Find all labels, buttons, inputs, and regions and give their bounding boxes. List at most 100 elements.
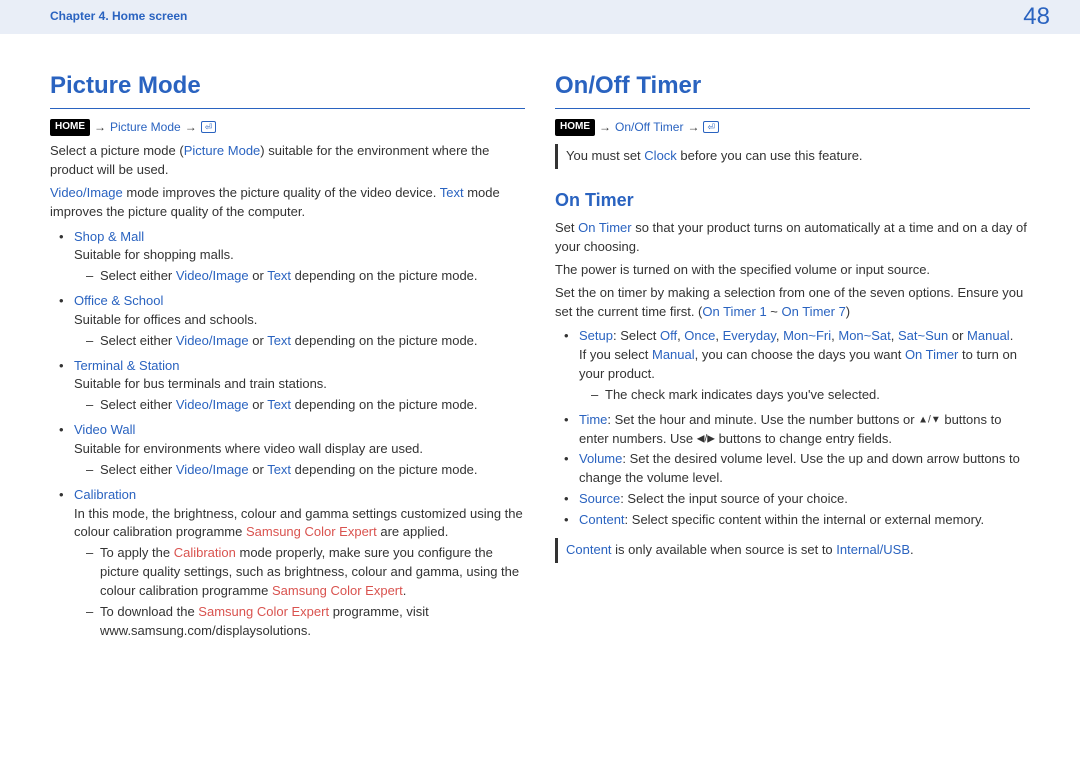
text: , <box>715 328 722 343</box>
opt-manual: Manual <box>967 328 1010 343</box>
on-timer-p3: Set the on timer by making a selection f… <box>555 284 1030 322</box>
text: depending on the picture mode. <box>291 333 477 348</box>
samsung-color-expert: Samsung Color Expert <box>272 583 403 598</box>
on-off-timer-nav: HOME → On/Off Timer → ⏎ <box>555 119 1030 136</box>
content-label: Content <box>579 512 625 527</box>
text: . <box>1010 328 1014 343</box>
volume-label: Volume <box>579 451 622 466</box>
on-timer-term: On Timer <box>578 220 631 235</box>
list-item: To download the Samsung Color Expert pro… <box>88 603 525 641</box>
text: Set <box>555 220 578 235</box>
time-label: Time <box>579 412 607 427</box>
video-image-term: Video/Image <box>176 268 249 283</box>
picture-mode-heading: Picture Mode <box>50 69 525 109</box>
list-item: Select either Video/Image or Text depend… <box>88 267 525 286</box>
list-item: The check mark indicates days you've sel… <box>593 386 1030 405</box>
on-timer-p2: The power is turned on with the specifie… <box>555 261 1030 280</box>
on-timer-list: Setup: Select Off, Once, Everyday, Mon~F… <box>555 327 1030 529</box>
calibration-term: Calibration <box>174 545 236 560</box>
opt-satsun: Sat~Sun <box>898 328 948 343</box>
home-button-icon: HOME <box>555 119 595 136</box>
text: ) <box>846 304 850 319</box>
text: . <box>910 542 914 557</box>
list-item: Content: Select specific content within … <box>569 511 1030 530</box>
arrow-icon: → <box>687 119 699 136</box>
text: , <box>776 328 783 343</box>
video-image-term: Video/Image <box>176 462 249 477</box>
text: : Select <box>613 328 660 343</box>
page: Chapter 4. Home screen 48 Picture Mode H… <box>0 0 1080 763</box>
text: Select either <box>100 268 176 283</box>
note-clock: You must set Clock before you can use th… <box>555 144 1030 169</box>
text-term: Text <box>267 268 291 283</box>
enter-icon: ⏎ <box>201 121 217 133</box>
header-bar: Chapter 4. Home screen 48 <box>0 0 1080 34</box>
sub-list: Select either Video/Image or Text depend… <box>74 461 525 480</box>
opt-monsat: Mon~Sat <box>838 328 890 343</box>
list-item: Calibration In this mode, the brightness… <box>64 486 525 641</box>
text: To apply the <box>100 545 174 560</box>
text: or <box>249 333 268 348</box>
opt-off: Off <box>660 328 677 343</box>
text: is only available when source is set to <box>612 542 837 557</box>
list-item: Office & School Suitable for offices and… <box>64 292 525 351</box>
video-image-term: Video/Image <box>176 333 249 348</box>
arrow-icon: → <box>599 119 611 136</box>
text: before you can use this feature. <box>677 148 863 163</box>
text: Select either <box>100 397 176 412</box>
text: , you can choose the days you want <box>695 347 905 362</box>
sub-list: Select either Video/Image or Text depend… <box>74 396 525 415</box>
text: depending on the picture mode. <box>291 397 477 412</box>
list-item: Time: Set the hour and minute. Use the n… <box>569 411 1030 449</box>
calibration-title: Calibration <box>74 487 136 502</box>
picture-mode-intro: Select a picture mode (Picture Mode) sui… <box>50 142 525 180</box>
list-item: Setup: Select Off, Once, Everyday, Mon~F… <box>569 327 1030 404</box>
on-timer-heading: On Timer <box>555 187 1030 213</box>
text-term: Text <box>267 397 291 412</box>
home-button-icon: HOME <box>50 119 90 136</box>
terminal-station-title: Terminal & Station <box>74 358 180 373</box>
text: : Set the hour and minute. Use the numbe… <box>607 412 918 427</box>
nav-picture-mode: Picture Mode <box>110 119 181 136</box>
text: or <box>249 268 268 283</box>
list-item: Select either Video/Image or Text depend… <box>88 461 525 480</box>
picture-mode-nav: HOME → Picture Mode → ⏎ <box>50 119 525 136</box>
on-timer1-term: On Timer 1 <box>702 304 766 319</box>
list-item: Shop & Mall Suitable for shopping malls.… <box>64 228 525 287</box>
text: : Select the input source of your choice… <box>620 491 848 506</box>
list-item: Volume: Set the desired volume level. Us… <box>569 450 1030 488</box>
list-item: To apply the Calibration mode properly, … <box>88 544 525 601</box>
text: or <box>249 397 268 412</box>
on-timer-p1: Set On Timer so that your product turns … <box>555 219 1030 257</box>
opt-once: Once <box>684 328 715 343</box>
text: Suitable for bus terminals and train sta… <box>74 376 327 391</box>
clock-term: Clock <box>644 148 677 163</box>
text: Suitable for environments where video wa… <box>74 441 423 456</box>
text: Suitable for shopping malls. <box>74 247 234 262</box>
left-right-icon: ◀/▶ <box>697 433 715 444</box>
text-term: Text <box>267 462 291 477</box>
text: : Select specific content within the int… <box>625 512 985 527</box>
text: buttons to change entry fields. <box>715 431 892 446</box>
video-image-term: Video/Image <box>176 397 249 412</box>
on-timer7-term: On Timer 7 <box>782 304 846 319</box>
on-timer-term: On Timer <box>905 347 958 362</box>
text-term: Text <box>440 185 464 200</box>
text: . <box>403 583 407 598</box>
nav-on-off-timer: On/Off Timer <box>615 119 683 136</box>
content-columns: Picture Mode HOME → Picture Mode → ⏎ Sel… <box>0 34 1080 646</box>
text-term: Text <box>267 333 291 348</box>
setup-label: Setup <box>579 328 613 343</box>
sub-list: The check mark indicates days you've sel… <box>579 386 1030 405</box>
sub-list: Select either Video/Image or Text depend… <box>74 332 525 351</box>
list-item: Terminal & Station Suitable for bus term… <box>64 357 525 416</box>
chapter-label: Chapter 4. Home screen <box>50 8 187 25</box>
text: mode improves the picture quality of the… <box>123 185 440 200</box>
text: or <box>948 328 967 343</box>
video-wall-title: Video Wall <box>74 422 135 437</box>
sub-list: Select either Video/Image or Text depend… <box>74 267 525 286</box>
left-column: Picture Mode HOME → Picture Mode → ⏎ Sel… <box>50 69 525 646</box>
text: Select either <box>100 462 176 477</box>
picture-mode-desc: Video/Image mode improves the picture qu… <box>50 184 525 222</box>
office-school-title: Office & School <box>74 293 163 308</box>
